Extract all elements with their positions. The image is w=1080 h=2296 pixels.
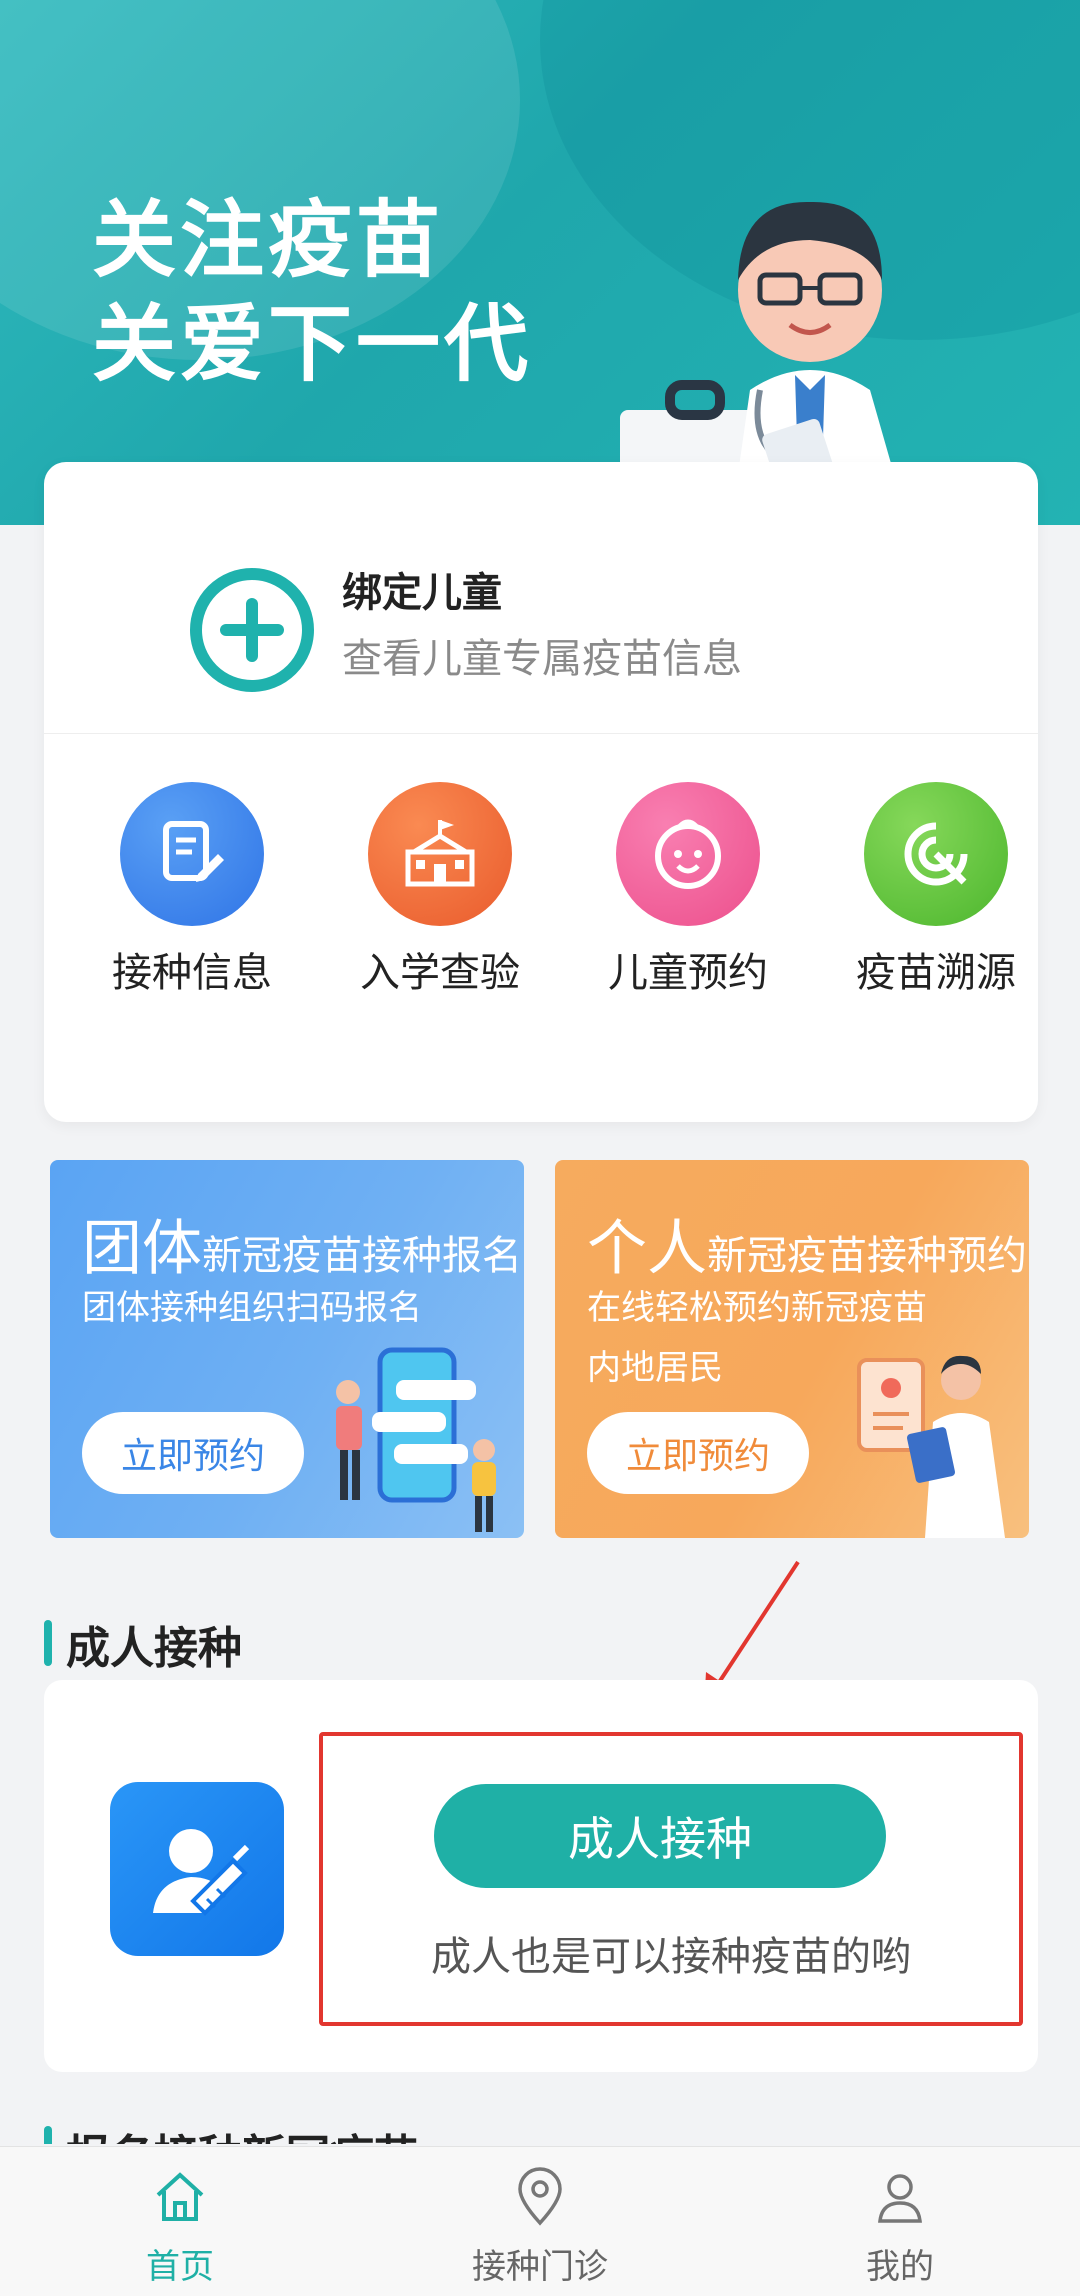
- bottom-tab-bar: 首页 接种门诊 我的: [0, 2146, 1080, 2296]
- quick-actions: 接种信息 入学查验 儿童预约 疫苗溯源: [44, 782, 1038, 1002]
- promo-personal-appointment[interactable]: 个人新冠疫苗接种预约 在线轻松预约新冠疫苗 内地居民 立即预约: [555, 1160, 1029, 1538]
- quick-action-label: 疫苗溯源: [856, 950, 1016, 996]
- main-card: 绑定儿童 查看儿童专属疫苗信息 接种信息 入学查验 儿童预约 疫苗溯源: [44, 462, 1038, 1122]
- quick-action-label: 儿童预约: [608, 950, 768, 996]
- promo-personal-title-big: 个人: [587, 1214, 707, 1284]
- baby-face-icon: [616, 782, 760, 926]
- promo-personal-title-small: 新冠疫苗接种预约: [707, 1233, 1027, 1279]
- add-circle-icon[interactable]: [190, 568, 314, 692]
- doctor-clipboard-illustration: [857, 1355, 1005, 1538]
- top-banner: 关注疫苗 关爱下一代: [0, 0, 1080, 525]
- user-icon: [878, 2174, 922, 2223]
- promo-group-book-button[interactable]: 立即预约: [82, 1412, 304, 1494]
- section-title-adult: 成人接种: [44, 1612, 242, 1676]
- school-icon: [368, 782, 512, 926]
- promo-personal-book-button[interactable]: 立即预约: [587, 1412, 809, 1494]
- promo-personal-subtitle-2: 内地居民: [587, 1348, 723, 1388]
- adult-vaccination-card: 成人接种 成人也是可以接种疫苗的哟: [44, 1680, 1038, 2072]
- bind-child-title: 绑定儿童: [342, 570, 502, 616]
- bind-child-subtitle: 查看儿童专属疫苗信息: [342, 636, 742, 682]
- adult-injection-icon: [110, 1782, 284, 1956]
- document-edit-icon: [120, 782, 264, 926]
- promo-group-title-small: 新冠疫苗接种报名: [202, 1233, 522, 1279]
- section-title-next-cut: 报名接种新冠疫苗: [44, 2120, 464, 2144]
- people-phone-illustration: [336, 1347, 496, 1532]
- promo-group-title-big: 团体: [82, 1214, 202, 1284]
- trace-icon: [864, 782, 1008, 926]
- tab-label: 接种门诊: [472, 2247, 608, 2287]
- home-icon: [156, 2172, 204, 2221]
- quick-action-vaccine-trace[interactable]: 疫苗溯源: [812, 782, 1060, 1002]
- banner-title-line2: 关爱下一代: [92, 295, 533, 393]
- next-section-title: 报名接种新冠疫苗: [66, 2131, 418, 2144]
- promo-group-subtitle: 团体接种组织扫码报名: [82, 1288, 422, 1328]
- tab-label: 首页: [146, 2247, 214, 2287]
- bind-child-row[interactable]: 绑定儿童 查看儿童专属疫苗信息: [44, 462, 1038, 734]
- promo-group-registration[interactable]: 团体新冠疫苗接种报名 团体接种组织扫码报名 立即预约: [50, 1160, 524, 1538]
- quick-action-school-check[interactable]: 入学查验: [316, 782, 564, 1002]
- location-pin-icon: [518, 2167, 562, 2226]
- promo-personal-title: 个人新冠疫苗接种预约: [587, 1200, 1027, 1287]
- banner-title-line1: 关注疫苗: [92, 191, 445, 289]
- promo-group-title: 团体新冠疫苗接种报名: [82, 1200, 522, 1287]
- adult-vaccination-button[interactable]: 成人接种: [434, 1784, 886, 1888]
- adult-vaccination-description: 成人也是可以接种疫苗的哟: [431, 1934, 911, 1980]
- tab-mine[interactable]: 我的: [800, 2167, 1000, 2288]
- quick-action-label: 接种信息: [112, 950, 272, 996]
- banner-title: 关注疫苗 关爱下一代: [92, 188, 532, 396]
- tab-label: 我的: [866, 2247, 934, 2287]
- tab-clinics[interactable]: 接种门诊: [440, 2167, 640, 2288]
- quick-action-vaccination-info[interactable]: 接种信息: [68, 782, 316, 1002]
- quick-action-child-appointment[interactable]: 儿童预约: [564, 782, 812, 1002]
- quick-action-label: 入学查验: [360, 950, 520, 996]
- tab-home[interactable]: 首页: [80, 2167, 280, 2288]
- promo-personal-subtitle: 在线轻松预约新冠疫苗: [587, 1288, 927, 1328]
